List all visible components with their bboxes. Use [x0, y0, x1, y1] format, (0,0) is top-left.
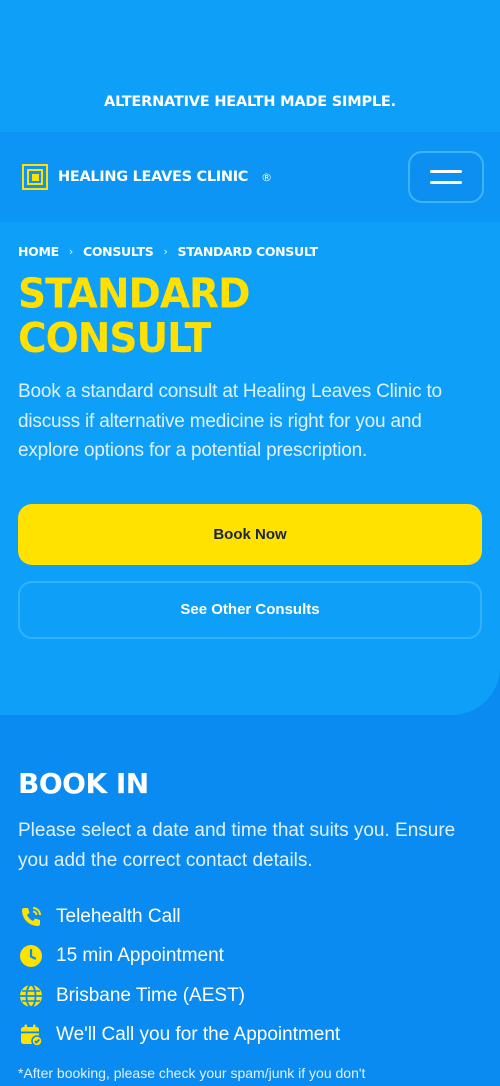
hero-section: HOME › CONSULTS › STANDARD CONSULT STAND… [0, 222, 500, 715]
book-in-title: BOOK IN [18, 767, 149, 800]
brand-link[interactable]: HEALING LEAVES CLINIC ® [22, 164, 272, 190]
breadcrumb-current: STANDARD CONSULT [177, 244, 318, 259]
book-in-description: Please select a date and time that suits… [18, 820, 456, 871]
breadcrumb: HOME › CONSULTS › STANDARD CONSULT [18, 244, 482, 259]
book-now-button[interactable]: Book Now [18, 503, 482, 565]
tagline: ALTERNATIVE HEALTH MADE SIMPLE. [104, 94, 396, 110]
list-item: Brisbane Time (AEST) [18, 976, 482, 1016]
chevron-right-icon: › [163, 245, 168, 258]
feature-list: Telehealth Call 15 min Appointment Brisb… [18, 897, 482, 1055]
phone-icon [18, 904, 44, 930]
clock-icon [18, 943, 44, 969]
book-in-section: BOOK IN Please select a date and time th… [0, 715, 500, 1081]
hero-description: Book a standard consult at Healing Leave… [18, 381, 442, 461]
see-other-consults-button[interactable]: See Other Consults [18, 580, 482, 639]
navbar: HEALING LEAVES CLINIC ® [0, 132, 500, 222]
breadcrumb-home[interactable]: HOME [18, 244, 59, 259]
top-banner: ALTERNATIVE HEALTH MADE SIMPLE. [0, 0, 500, 132]
globe-icon [18, 983, 44, 1009]
chevron-right-icon: › [68, 245, 73, 258]
list-item: Telehealth Call [18, 897, 482, 937]
list-item: 15 min Appointment [18, 937, 482, 977]
registered-mark: ® [261, 170, 273, 184]
menu-button[interactable] [408, 151, 484, 203]
logo-icon [22, 164, 48, 190]
calendar-check-icon [18, 1022, 44, 1048]
breadcrumb-consults[interactable]: CONSULTS [83, 244, 154, 259]
hamburger-icon [430, 170, 462, 173]
brand-name: HEALING LEAVES CLINIC [58, 169, 249, 185]
page-title: STANDARD CONSULT [18, 270, 250, 363]
list-item: We'll Call you for the Appointment [18, 1016, 482, 1056]
footnote: *After booking, please check your spam/j… [18, 1065, 366, 1081]
